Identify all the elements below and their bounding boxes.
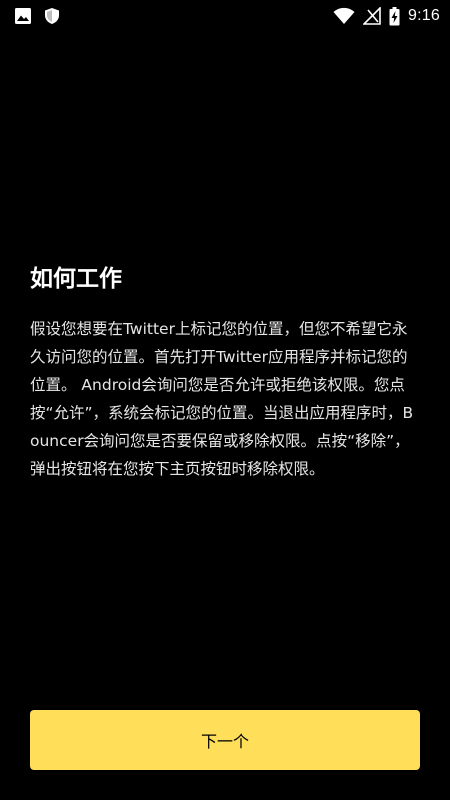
shield-icon [44,7,60,25]
wifi-icon [333,7,355,25]
no-signal-icon [363,7,381,25]
page-title: 如何工作 [30,266,122,292]
status-time: 9:16 [408,7,440,24]
battery-charging-icon [389,6,400,26]
next-button[interactable]: 下一个 [30,710,420,770]
status-bar: 9:16 [0,0,450,32]
description-text: 假设您想要在Twitter上标记您的位置，但您不希望它永久访问您的位置。首先打开… [30,320,414,478]
image-icon [14,7,32,25]
status-left-icons [14,7,72,25]
status-right-icons: 9:16 [325,6,440,26]
